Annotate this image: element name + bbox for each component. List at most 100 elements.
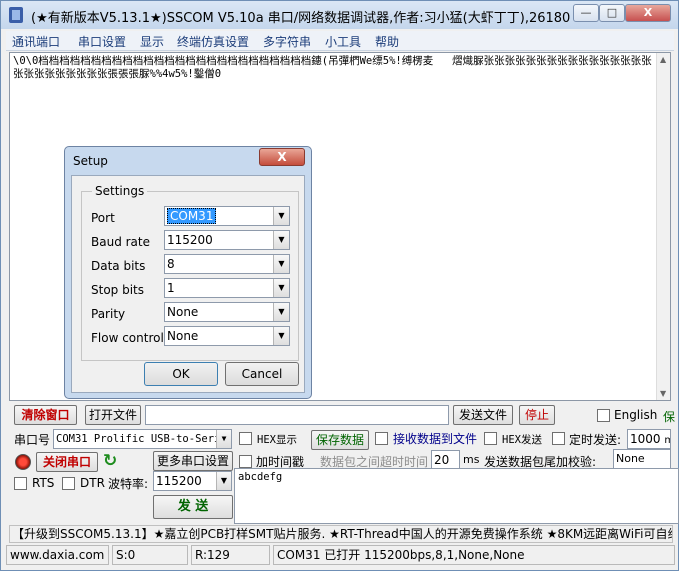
data-bits-label: Data bits xyxy=(91,259,146,273)
receive-text: \0\0档档档档档档档档档档档档档档档档档档档档档档档档档档鏸(吊彈椚We缥5%… xyxy=(13,55,652,80)
menu-comm-port[interactable]: 通讯端口 xyxy=(12,33,60,50)
port-combo[interactable]: COM31 Prolific USB-to-Seri ▼ xyxy=(53,429,232,449)
flow-control-label: Flow control xyxy=(91,331,164,345)
baud-rate-combo-value: 115200 xyxy=(156,474,202,488)
port-combo-value: COM31 Prolific USB-to-Seri xyxy=(56,433,221,445)
recv-to-file-checkbox[interactable] xyxy=(375,432,388,445)
status-port-info: COM31 已打开 115200bps,8,1,None,None xyxy=(273,545,675,565)
settings-group-label: Settings xyxy=(92,184,148,198)
scroll-down-icon[interactable]: ▼ xyxy=(660,389,666,398)
baud-rate-row-label: 波特率: xyxy=(108,477,149,491)
interval-value: 1000 xyxy=(630,432,661,446)
recv-to-file-label: 接收数据到文件 xyxy=(393,432,478,446)
hex-send-checkbox[interactable] xyxy=(484,432,497,445)
dialog-close-button[interactable]: X xyxy=(259,148,305,166)
chevron-down-icon[interactable]: ▼ xyxy=(273,327,289,345)
minimize-button[interactable]: — xyxy=(573,4,599,22)
chevron-down-icon[interactable]: ▼ xyxy=(273,231,289,249)
more-port-settings-button[interactable]: 更多串口设置 xyxy=(153,451,233,471)
menu-display[interactable]: 显示 xyxy=(140,33,164,50)
cut-off-label: 保 xyxy=(663,410,676,424)
menu-tools[interactable]: 小工具 xyxy=(325,33,361,50)
app-icon xyxy=(9,7,23,23)
send-file-button[interactable]: 发送文件 xyxy=(453,405,513,425)
settings-group: Settings Port COM31 ▼ Baud rate 115200 ▼… xyxy=(81,184,299,361)
menu-port-settings[interactable]: 串口设置 xyxy=(78,33,126,50)
timestamp-checkbox[interactable] xyxy=(239,455,252,468)
parity-label: Parity xyxy=(91,307,126,321)
menu-terminal-settings[interactable]: 终端仿真设置 xyxy=(177,33,249,50)
chevron-down-icon[interactable]: ▼ xyxy=(216,430,231,448)
stop-bits-value: 1 xyxy=(167,281,175,295)
chevron-down-icon[interactable]: ▼ xyxy=(273,303,289,321)
data-bits-value: 8 xyxy=(167,257,175,271)
english-checkbox[interactable] xyxy=(597,409,610,422)
hex-display-label: HEX显示 xyxy=(257,434,297,446)
tail-check-combo[interactable]: None xyxy=(613,449,671,469)
status-bar: www.daxia.com S:0 R:129 COM31 已打开 115200… xyxy=(6,545,675,565)
menu-multi-string[interactable]: 多字符串 xyxy=(263,33,311,50)
dtr-checkbox[interactable] xyxy=(62,477,75,490)
open-file-button[interactable]: 打开文件 xyxy=(85,405,141,425)
clear-window-button[interactable]: 清除窗口 xyxy=(14,405,77,425)
chevron-down-icon[interactable]: ▼ xyxy=(273,255,289,273)
refresh-icon[interactable]: ↻ xyxy=(103,451,117,471)
menu-bar: 通讯端口 串口设置 显示 终端仿真设置 多字符串 小工具 帮助 xyxy=(6,31,674,51)
parity-value: None xyxy=(167,305,199,319)
baud-rate-label: Baud rate xyxy=(91,235,150,249)
port-label: Port xyxy=(91,211,115,225)
timeout-input[interactable]: 20 xyxy=(431,450,460,470)
dtr-label: DTR xyxy=(80,476,105,490)
title-bar: (★有新版本V5.13.1★)SSCOM V5.10a 串口/网络数据调试器,作… xyxy=(1,1,678,29)
flow-control-value: None xyxy=(167,329,199,343)
window-title: (★有新版本V5.13.1★)SSCOM V5.10a 串口/网络数据调试器,作… xyxy=(31,11,571,26)
port-value: COM31 xyxy=(167,208,217,224)
status-sent-count: S:0 xyxy=(112,545,188,565)
rts-checkbox[interactable] xyxy=(14,477,27,490)
port-number-label: 串口号 xyxy=(14,433,51,447)
setup-dialog: Setup X Settings Port COM31 ▼ Baud rate … xyxy=(64,146,312,399)
dialog-body: Settings Port COM31 ▼ Baud rate 115200 ▼… xyxy=(71,175,305,393)
close-port-button[interactable]: 关闭串口 xyxy=(36,452,98,472)
hex-display-checkbox[interactable] xyxy=(239,432,252,445)
stop-bits-select[interactable]: 1 ▼ xyxy=(164,278,290,298)
baud-rate-combo[interactable]: 115200 ▼ xyxy=(153,471,232,491)
parity-select[interactable]: None ▼ xyxy=(164,302,290,322)
tail-check-value: None xyxy=(616,452,645,465)
baud-rate-select[interactable]: 115200 ▼ xyxy=(164,230,290,250)
stop-button[interactable]: 停止 xyxy=(519,405,555,425)
timed-send-checkbox[interactable] xyxy=(552,432,565,445)
ad-ticker[interactable]: 【升级到SSCOM5.13.1】★嘉立创PCB打样SMT贴片服务. ★RT-Th… xyxy=(9,525,673,543)
status-received-count: R:129 xyxy=(191,545,270,565)
save-data-button[interactable]: 保存数据 xyxy=(311,430,369,450)
close-window-button[interactable]: X xyxy=(625,4,671,22)
menu-help[interactable]: 帮助 xyxy=(375,33,399,50)
status-website[interactable]: www.daxia.com xyxy=(6,545,109,565)
ok-button[interactable]: OK xyxy=(144,362,218,386)
dialog-title: Setup xyxy=(73,154,108,168)
timeout-unit: ms xyxy=(463,453,480,466)
rts-label: RTS xyxy=(32,476,55,490)
port-status-icon xyxy=(15,454,31,470)
chevron-down-icon[interactable]: ▼ xyxy=(273,279,289,297)
app-window: (★有新版本V5.13.1★)SSCOM V5.10a 串口/网络数据调试器,作… xyxy=(0,0,679,571)
port-select[interactable]: COM31 ▼ xyxy=(164,206,290,226)
stop-bits-label: Stop bits xyxy=(91,283,145,297)
maximize-button[interactable]: □ xyxy=(599,4,625,22)
interval-input[interactable]: 1000 ms xyxy=(627,429,671,449)
baud-rate-value: 115200 xyxy=(167,233,213,247)
send-button[interactable]: 发 送 xyxy=(153,495,233,519)
send-textarea[interactable]: abcdefg xyxy=(234,468,679,524)
scroll-up-icon[interactable]: ▲ xyxy=(660,55,666,64)
receive-scrollbar[interactable]: ▲ ▼ xyxy=(656,53,670,400)
send-text: abcdefg xyxy=(238,471,283,483)
cancel-button[interactable]: Cancel xyxy=(225,362,299,386)
hex-send-label: HEX发送 xyxy=(502,434,542,446)
data-bits-select[interactable]: 8 ▼ xyxy=(164,254,290,274)
english-label: English xyxy=(614,408,658,422)
chevron-down-icon[interactable]: ▼ xyxy=(273,207,289,225)
interval-unit: ms xyxy=(664,435,670,446)
flow-control-select[interactable]: None ▼ xyxy=(164,326,290,346)
file-path-input[interactable] xyxy=(145,405,449,425)
chevron-down-icon[interactable]: ▼ xyxy=(216,472,231,490)
